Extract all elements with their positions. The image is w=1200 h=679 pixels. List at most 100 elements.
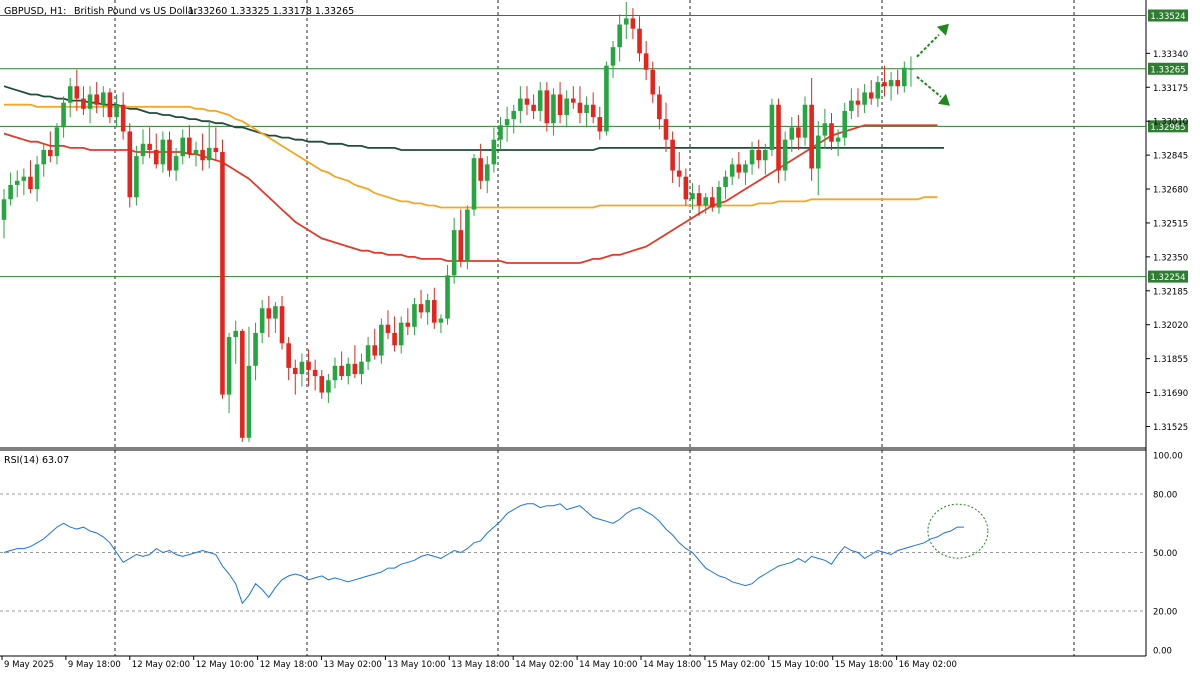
candle-body bbox=[147, 143, 152, 150]
candle-body bbox=[451, 230, 457, 276]
candle-body bbox=[140, 143, 146, 157]
candle-body bbox=[504, 119, 510, 126]
candle-body bbox=[87, 94, 93, 109]
candle-body bbox=[842, 110, 848, 138]
candle-body bbox=[862, 92, 867, 105]
candle-body bbox=[253, 332, 258, 366]
candle-body bbox=[134, 156, 139, 198]
time-axis-label: 14 May 18:00 bbox=[643, 660, 701, 670]
price-axis-label: 1.32515 bbox=[1153, 219, 1188, 229]
candle-body bbox=[557, 94, 563, 116]
price-axis-label: 1.32680 bbox=[1153, 186, 1188, 196]
price-level-label: 1.33524 bbox=[1150, 12, 1185, 22]
candle-body bbox=[438, 318, 444, 323]
rsi-axis-label: 0.00 bbox=[1153, 647, 1172, 657]
candle-body bbox=[537, 90, 543, 111]
candle-body bbox=[418, 304, 424, 313]
time-axis-label: 9 May 2025 bbox=[4, 660, 54, 670]
candle-body bbox=[41, 149, 47, 165]
candle-body bbox=[226, 337, 232, 395]
candle-body bbox=[683, 176, 689, 200]
time-axis-label: 12 May 10:00 bbox=[196, 660, 254, 670]
price-axis-label: 1.33175 bbox=[1153, 84, 1188, 94]
candle-body bbox=[610, 47, 616, 66]
candle-body bbox=[518, 98, 523, 111]
candle-body bbox=[372, 345, 378, 356]
candle-body bbox=[220, 152, 225, 395]
candle-body bbox=[458, 230, 464, 261]
candle-body bbox=[81, 98, 86, 109]
candle-body bbox=[412, 304, 417, 327]
candle-body bbox=[101, 92, 106, 105]
candle-body bbox=[319, 376, 325, 393]
candle-body bbox=[405, 322, 411, 327]
candle-body bbox=[484, 164, 490, 181]
candle-body bbox=[597, 117, 603, 132]
candle-body bbox=[544, 90, 550, 124]
candle-body bbox=[306, 361, 311, 370]
time-axis-label: 16 May 02:00 bbox=[899, 660, 957, 670]
price-axis-label: 1.31855 bbox=[1153, 355, 1188, 365]
price-axis-label: 1.33340 bbox=[1153, 50, 1188, 60]
candle-body bbox=[498, 125, 503, 140]
candle-body bbox=[696, 193, 702, 206]
chart-background bbox=[0, 0, 1200, 675]
candle-body bbox=[233, 330, 238, 338]
rsi-axis-label: 80.00 bbox=[1153, 491, 1177, 501]
price-axis-label: 1.32020 bbox=[1153, 321, 1188, 331]
candle-body bbox=[273, 306, 278, 319]
candle-body bbox=[385, 324, 391, 333]
chart-canvas[interactable]: 1.335241.332651.329851.32254 1.333401.33… bbox=[0, 0, 1200, 675]
candle-body bbox=[14, 180, 20, 185]
candle-body bbox=[690, 193, 695, 200]
time-axis-label: 15 May 02:00 bbox=[707, 660, 765, 670]
candle-body bbox=[643, 53, 649, 70]
candle-body bbox=[729, 164, 735, 177]
candle-body bbox=[782, 139, 788, 171]
price-axis-label: 1.33010 bbox=[1153, 118, 1188, 128]
time-axis-label: 12 May 02:00 bbox=[132, 660, 190, 670]
candle-body bbox=[279, 306, 285, 344]
candle-body bbox=[193, 149, 199, 155]
candle-body bbox=[617, 24, 622, 48]
candle-body bbox=[8, 184, 13, 200]
chart-window: 1.33524 1.33265 1.32985 1.32254 1.33340 1.33… bbox=[0, 0, 1200, 675]
candle-body bbox=[670, 139, 675, 171]
candle-body bbox=[776, 104, 781, 171]
candle-body bbox=[187, 137, 192, 155]
candle-body bbox=[48, 149, 53, 157]
rsi-header: RSI(14) 63.07 bbox=[4, 455, 69, 466]
candle-body bbox=[736, 164, 742, 173]
candle-body bbox=[849, 100, 854, 111]
candle-body bbox=[822, 123, 828, 136]
price-axis-label: 1.31690 bbox=[1153, 389, 1188, 399]
candle-body bbox=[663, 119, 669, 140]
price-axis-label: 1.31525 bbox=[1153, 423, 1188, 433]
candle-body bbox=[61, 102, 66, 128]
candle-body bbox=[339, 365, 344, 377]
candle-body bbox=[34, 164, 40, 190]
candle-body bbox=[650, 69, 656, 95]
candle-body bbox=[21, 176, 27, 181]
candle-body bbox=[432, 300, 437, 323]
candle-body bbox=[637, 28, 642, 54]
time-axis-label: 12 May 18:00 bbox=[260, 660, 318, 670]
candle-body bbox=[551, 94, 556, 124]
candle-body bbox=[379, 324, 384, 356]
time-axis-label: 15 May 18:00 bbox=[835, 660, 893, 670]
candle-body bbox=[584, 104, 589, 113]
candle-body bbox=[392, 332, 397, 346]
price-level-label: 1.32254 bbox=[1150, 273, 1185, 283]
rsi-axis-label: 100.00 bbox=[1153, 452, 1183, 462]
candle-body bbox=[94, 94, 99, 105]
candle-body bbox=[1, 199, 7, 220]
candle-body bbox=[345, 363, 351, 377]
candle-body bbox=[200, 149, 205, 161]
candle-body bbox=[763, 149, 768, 161]
candle-body bbox=[120, 104, 126, 132]
candle-body bbox=[590, 104, 596, 118]
candle-body bbox=[531, 104, 536, 111]
candle-body bbox=[491, 139, 497, 165]
candle-body bbox=[882, 82, 887, 87]
time-axis-label: 15 May 10:00 bbox=[771, 660, 829, 670]
